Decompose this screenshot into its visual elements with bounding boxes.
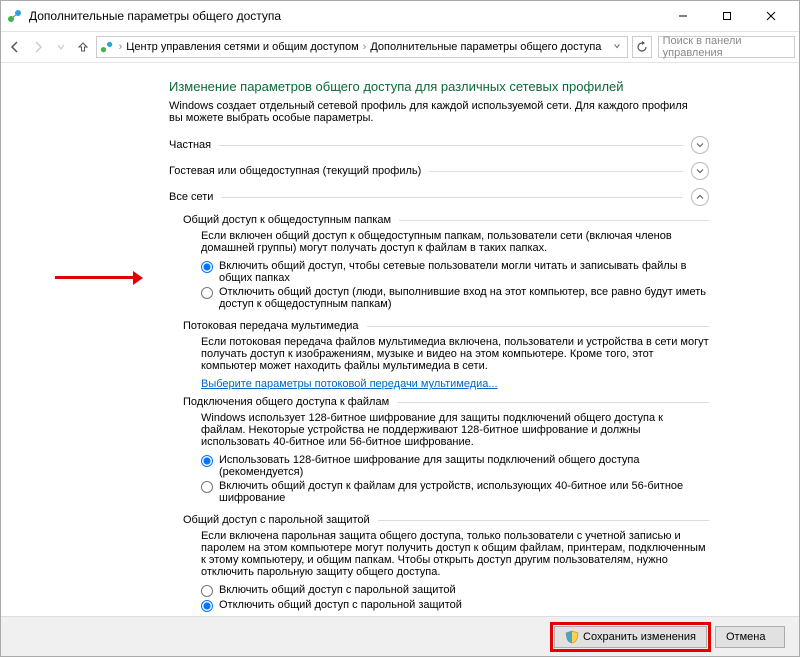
titlebar: Дополнительные параметры общего доступа <box>1 1 799 31</box>
chevron-up-icon[interactable] <box>691 188 709 206</box>
breadcrumb-parent[interactable]: Центр управления сетями и общим доступом <box>126 41 358 53</box>
radio-public-folders-on[interactable] <box>201 261 213 273</box>
cancel-button[interactable]: Отмена <box>715 626 785 648</box>
refresh-button[interactable] <box>632 36 651 58</box>
network-center-icon <box>7 8 23 24</box>
password-desc: Если включена парольная защита общего до… <box>201 530 709 578</box>
radio-password-on[interactable] <box>201 585 213 597</box>
page-heading: Изменение параметров общего доступа для … <box>169 79 761 94</box>
section-public-folders: Общий доступ к общедоступным папкам <box>183 214 709 226</box>
search-input[interactable]: Поиск в панели управления <box>658 36 795 58</box>
page-intro: Windows создает отдельный сетевой профил… <box>169 100 689 124</box>
radio-password-off[interactable] <box>201 600 213 612</box>
radio-encrypt-4056[interactable] <box>201 481 213 493</box>
file-conn-desc: Windows использует 128-битное шифрование… <box>201 412 709 448</box>
section-password: Общий доступ с парольной защитой <box>183 514 709 526</box>
forward-button[interactable] <box>28 35 49 59</box>
network-center-icon <box>99 39 115 55</box>
window-title: Дополнительные параметры общего доступа <box>29 9 661 23</box>
label-encrypt-128[interactable]: Использовать 128-битное шифрование для з… <box>219 454 709 478</box>
public-folders-desc: Если включен общий доступ к общедоступны… <box>201 230 709 254</box>
up-button[interactable] <box>73 35 94 59</box>
section-file-connections: Подключения общего доступа к файлам <box>183 396 709 408</box>
nav-bar: › Центр управления сетями и общим доступ… <box>1 31 799 63</box>
media-options-link[interactable]: Выберите параметры потоковой передачи му… <box>201 378 498 390</box>
group-guest[interactable]: Гостевая или общедоступная (текущий проф… <box>169 160 709 182</box>
group-private[interactable]: Частная <box>169 134 709 156</box>
content-area: Изменение параметров общего доступа для … <box>1 63 799 616</box>
back-button[interactable] <box>5 35 26 59</box>
chevron-right-icon: › <box>363 41 367 53</box>
annotation-arrow <box>55 271 143 285</box>
button-bar: Сохранить изменения Отмена <box>1 616 799 656</box>
label-public-folders-on[interactable]: Включить общий доступ, чтобы сетевые пол… <box>219 260 709 284</box>
radio-public-folders-off[interactable] <box>201 287 213 299</box>
label-password-on[interactable]: Включить общий доступ с парольной защито… <box>219 584 709 596</box>
save-button-label: Сохранить изменения <box>583 631 696 643</box>
breadcrumb-current[interactable]: Дополнительные параметры общего доступа <box>370 41 601 53</box>
chevron-down-icon[interactable] <box>691 136 709 154</box>
close-button[interactable] <box>749 2 793 30</box>
address-bar[interactable]: › Центр управления сетями и общим доступ… <box>96 36 629 58</box>
chevron-right-icon: › <box>119 41 123 53</box>
media-desc: Если потоковая передача файлов мультимед… <box>201 336 709 372</box>
chevron-down-icon[interactable] <box>691 162 709 180</box>
recent-dropdown[interactable] <box>50 35 71 59</box>
maximize-button[interactable] <box>705 2 749 30</box>
search-placeholder: Поиск в панели управления <box>663 35 790 59</box>
label-encrypt-4056[interactable]: Включить общий доступ к файлам для устро… <box>219 480 709 504</box>
save-button[interactable]: Сохранить изменения <box>554 626 707 648</box>
group-all[interactable]: Все сети <box>169 186 709 208</box>
radio-encrypt-128[interactable] <box>201 455 213 467</box>
address-dropdown[interactable] <box>609 41 625 53</box>
label-public-folders-off[interactable]: Отключить общий доступ (люди, выполнивши… <box>219 286 709 310</box>
cancel-button-label: Отмена <box>726 631 765 643</box>
section-media: Потоковая передача мультимедиа <box>183 320 709 332</box>
label-password-off[interactable]: Отключить общий доступ с парольной защит… <box>219 599 709 611</box>
minimize-button[interactable] <box>661 2 705 30</box>
shield-icon <box>565 630 579 644</box>
